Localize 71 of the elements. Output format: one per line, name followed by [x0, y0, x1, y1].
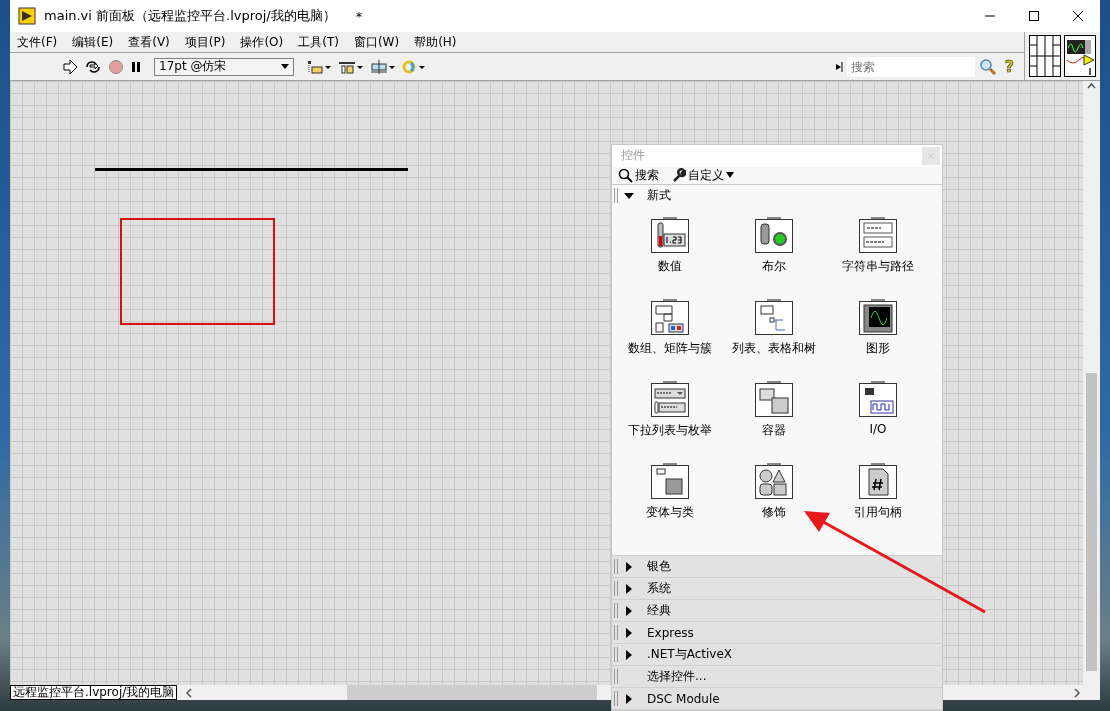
- palette-item[interactable]: 数组、矩阵与簇: [618, 296, 722, 378]
- palette-category[interactable]: 系统: [612, 578, 942, 600]
- palette-title: 控件: [621, 147, 645, 165]
- computer-waveform-icon: [857, 380, 899, 417]
- palette-category[interactable]: 银色: [612, 556, 942, 578]
- horizontal-scrollbar-thumb[interactable]: [347, 685, 598, 700]
- document-hash-icon: [857, 462, 899, 499]
- maximize-icon[interactable]: [1028, 10, 1040, 22]
- caret-icon: [281, 64, 289, 69]
- caret-icon: [726, 172, 734, 179]
- variant-cube-icon: [649, 462, 691, 499]
- palette-item[interactable]: 布尔: [722, 214, 826, 296]
- palette-item[interactable]: 下拉列表与枚举: [618, 378, 722, 460]
- palette-category[interactable]: Express: [612, 622, 942, 644]
- folder-container-icon: [753, 380, 795, 417]
- modified-mark: *: [355, 8, 363, 24]
- menu-item[interactable]: 项目(P): [184, 33, 233, 51]
- palette-item[interactable]: 图形: [826, 296, 930, 378]
- search-icon: [618, 168, 633, 183]
- numeric-thermometer-icon: [649, 216, 691, 253]
- labview-vi-icon: [18, 7, 36, 25]
- palette-item[interactable]: 变体与类: [618, 460, 722, 542]
- run-continuously-icon[interactable]: [84, 58, 102, 75]
- palette-category[interactable]: DSC Module: [612, 688, 942, 710]
- wrench-icon: [671, 168, 686, 183]
- font-dropdown[interactable]: 17pt @仿宋: [154, 57, 294, 76]
- menu-item[interactable]: 工具(T): [298, 33, 346, 51]
- menu-item[interactable]: 帮助(H): [414, 33, 464, 51]
- palette-category[interactable]: 选择控件...: [612, 666, 942, 688]
- palette-item[interactable]: 列表、表格和树: [722, 296, 826, 378]
- palette-item[interactable]: 容器: [722, 378, 826, 460]
- reorder-icon[interactable]: [402, 58, 428, 75]
- abort-stop-icon[interactable]: [108, 58, 124, 75]
- menu-item[interactable]: 操作(O): [240, 33, 291, 51]
- close-icon: [928, 153, 934, 159]
- waveform-graph-icon: [857, 298, 899, 335]
- shapes-decoration-icon: [753, 462, 795, 499]
- resize-objects-icon[interactable]: [370, 58, 396, 75]
- palette-category[interactable]: 经典: [612, 600, 942, 622]
- palette-item[interactable]: 数值: [618, 214, 722, 296]
- menu-item[interactable]: 文件(F): [17, 33, 65, 51]
- palette-category[interactable]: .NET与ActiveX: [612, 644, 942, 666]
- vertical-scrollbar[interactable]: [1083, 81, 1100, 685]
- search-field[interactable]: 搜索: [846, 56, 975, 77]
- close-icon[interactable]: [1072, 10, 1084, 22]
- palette-tool-button[interactable]: 搜索: [618, 167, 659, 184]
- array-grid-icon: [649, 298, 691, 335]
- pause-icon[interactable]: [130, 59, 142, 74]
- search-icon[interactable]: [978, 57, 997, 76]
- scroll-up-icon[interactable]: [1086, 81, 1097, 91]
- palette-item[interactable]: 修饰: [722, 460, 826, 542]
- window-title: main.vi 前面板（远程监控平台.lvproj/我的电脑）: [44, 7, 336, 25]
- toggle-switch-led-icon: [753, 216, 795, 253]
- menu-item[interactable]: 查看(V): [128, 33, 177, 51]
- string-path-icon: [857, 216, 899, 253]
- context-label: 远程监控平台.lvproj/我的电脑: [10, 685, 178, 700]
- connector-pane-icon[interactable]: [1029, 35, 1061, 77]
- align-objects-icon[interactable]: [306, 58, 332, 75]
- run-arrow-icon[interactable]: [62, 58, 78, 75]
- ring-enum-icon: [649, 380, 691, 417]
- list-tree-icon: [753, 298, 795, 335]
- palette-tool-button[interactable]: 自定义: [671, 167, 734, 184]
- palette-item[interactable]: I/O: [826, 378, 930, 460]
- scroll-right-icon[interactable]: [1071, 686, 1083, 699]
- palette-item[interactable]: 字符串与路径: [826, 214, 930, 296]
- menu-item[interactable]: 编辑(E): [72, 33, 121, 51]
- vi-icon[interactable]: [1064, 35, 1096, 77]
- collapse-triangle-icon[interactable]: [623, 190, 635, 201]
- palette-item[interactable]: 引用句柄: [826, 460, 930, 542]
- menu-item[interactable]: 窗口(W): [353, 33, 407, 51]
- expand-arrow-icon[interactable]: [834, 61, 843, 72]
